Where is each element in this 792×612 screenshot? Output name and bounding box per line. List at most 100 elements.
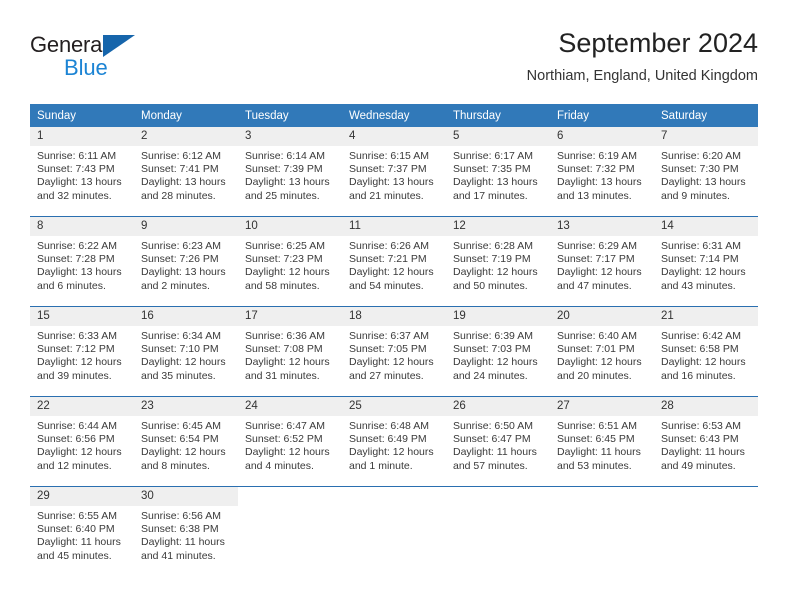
daylight-text-line2: and 16 minutes.: [661, 369, 736, 382]
daylight-text-line2: and 1 minute.: [349, 459, 413, 472]
day-cell[interactable]: 25 Sunrise: 6:48 AM Sunset: 6:49 PM Dayl…: [342, 396, 446, 487]
day-cell[interactable]: 26 Sunrise: 6:50 AM Sunset: 6:47 PM Dayl…: [446, 396, 550, 487]
weekday-header-wednesday: Wednesday: [342, 104, 446, 127]
day-number: 22: [30, 397, 134, 416]
day-cell[interactable]: 17 Sunrise: 6:36 AM Sunset: 7:08 PM Dayl…: [238, 306, 342, 397]
day-number: 21: [654, 307, 758, 326]
sunset-text: Sunset: 6:47 PM: [453, 433, 531, 446]
day-details: Sunrise: 6:22 AM Sunset: 7:28 PM Dayligh…: [30, 236, 134, 293]
daylight-text-line2: and 35 minutes.: [141, 369, 216, 382]
day-cell[interactable]: 11 Sunrise: 6:26 AM Sunset: 7:21 PM Dayl…: [342, 216, 446, 307]
weekday-header-sunday: Sunday: [30, 104, 134, 127]
sunset-text: Sunset: 6:38 PM: [141, 523, 219, 536]
day-details: Sunrise: 6:36 AM Sunset: 7:08 PM Dayligh…: [238, 326, 342, 383]
day-cell[interactable]: 9 Sunrise: 6:23 AM Sunset: 7:26 PM Dayli…: [134, 216, 238, 307]
calendar-week-row: 29 Sunrise: 6:55 AM Sunset: 6:40 PM Dayl…: [30, 486, 758, 576]
daylight-text-line2: and 6 minutes.: [37, 279, 106, 292]
sunset-text: Sunset: 7:21 PM: [349, 253, 427, 266]
location-subtitle: Northiam, England, United Kingdom: [526, 68, 758, 84]
daylight-text-line2: and 20 minutes.: [557, 369, 632, 382]
day-cell[interactable]: 29 Sunrise: 6:55 AM Sunset: 6:40 PM Dayl…: [30, 486, 134, 576]
sunset-text: Sunset: 7:43 PM: [37, 163, 115, 176]
day-cell[interactable]: 19 Sunrise: 6:39 AM Sunset: 7:03 PM Dayl…: [446, 306, 550, 397]
day-cell[interactable]: 30 Sunrise: 6:56 AM Sunset: 6:38 PM Dayl…: [134, 486, 238, 576]
brand-name-blue: Blue: [64, 55, 108, 80]
day-cell[interactable]: 8 Sunrise: 6:22 AM Sunset: 7:28 PM Dayli…: [30, 216, 134, 307]
sunrise-text: Sunrise: 6:48 AM: [349, 420, 429, 432]
day-cell[interactable]: 27 Sunrise: 6:51 AM Sunset: 6:45 PM Dayl…: [550, 396, 654, 487]
daylight-text-line1: Daylight: 13 hours: [141, 266, 226, 279]
day-details: Sunrise: 6:42 AM Sunset: 6:58 PM Dayligh…: [654, 326, 758, 383]
day-cell[interactable]: 18 Sunrise: 6:37 AM Sunset: 7:05 PM Dayl…: [342, 306, 446, 397]
brand-logo[interactable]: General Blue: [30, 32, 170, 90]
sunrise-text: Sunrise: 6:29 AM: [557, 240, 637, 252]
daylight-text-line2: and 54 minutes.: [349, 279, 424, 292]
daylight-text-line1: Daylight: 12 hours: [557, 266, 642, 279]
weekday-header-tuesday: Tuesday: [238, 104, 342, 127]
day-details: Sunrise: 6:31 AM Sunset: 7:14 PM Dayligh…: [654, 236, 758, 293]
day-cell[interactable]: 2 Sunrise: 6:12 AM Sunset: 7:41 PM Dayli…: [134, 127, 238, 217]
day-cell-empty: [550, 486, 654, 576]
day-details: Sunrise: 6:14 AM Sunset: 7:39 PM Dayligh…: [238, 146, 342, 203]
day-cell[interactable]: 3 Sunrise: 6:14 AM Sunset: 7:39 PM Dayli…: [238, 127, 342, 217]
day-details: Sunrise: 6:51 AM Sunset: 6:45 PM Dayligh…: [550, 416, 654, 473]
day-cell[interactable]: 12 Sunrise: 6:28 AM Sunset: 7:19 PM Dayl…: [446, 216, 550, 307]
day-details: Sunrise: 6:53 AM Sunset: 6:43 PM Dayligh…: [654, 416, 758, 473]
daylight-text-line1: Daylight: 12 hours: [349, 356, 434, 369]
sunrise-sunset-calendar-table: Sunday Monday Tuesday Wednesday Thursday…: [30, 104, 758, 576]
daylight-text-line1: Daylight: 12 hours: [245, 446, 330, 459]
day-cell[interactable]: 4 Sunrise: 6:15 AM Sunset: 7:37 PM Dayli…: [342, 127, 446, 217]
page-header: General Blue September 2024 Northiam, En…: [30, 26, 758, 96]
daylight-text-line2: and 31 minutes.: [245, 369, 320, 382]
day-cell[interactable]: 5 Sunrise: 6:17 AM Sunset: 7:35 PM Dayli…: [446, 127, 550, 217]
daylight-text-line1: Daylight: 12 hours: [557, 356, 642, 369]
sunset-text: Sunset: 7:05 PM: [349, 343, 427, 356]
day-number: 29: [30, 487, 134, 506]
weekday-header-saturday: Saturday: [654, 104, 758, 127]
day-details: Sunrise: 6:55 AM Sunset: 6:40 PM Dayligh…: [30, 506, 134, 563]
day-cell[interactable]: 6 Sunrise: 6:19 AM Sunset: 7:32 PM Dayli…: [550, 127, 654, 217]
day-number: 7: [654, 127, 758, 146]
sunset-text: Sunset: 6:52 PM: [245, 433, 323, 446]
daylight-text-line1: Daylight: 12 hours: [245, 356, 330, 369]
day-cell[interactable]: 21 Sunrise: 6:42 AM Sunset: 6:58 PM Dayl…: [654, 306, 758, 397]
day-cell[interactable]: 24 Sunrise: 6:47 AM Sunset: 6:52 PM Dayl…: [238, 396, 342, 487]
day-cell[interactable]: 20 Sunrise: 6:40 AM Sunset: 7:01 PM Dayl…: [550, 306, 654, 397]
sunset-text: Sunset: 7:37 PM: [349, 163, 427, 176]
sunrise-text: Sunrise: 6:55 AM: [37, 510, 117, 522]
sunrise-text: Sunrise: 6:31 AM: [661, 240, 741, 252]
day-number: 20: [550, 307, 654, 326]
day-number: 16: [134, 307, 238, 326]
sunset-text: Sunset: 6:49 PM: [349, 433, 427, 446]
sunrise-text: Sunrise: 6:19 AM: [557, 150, 637, 162]
sunrise-text: Sunrise: 6:33 AM: [37, 330, 117, 342]
sunrise-text: Sunrise: 6:39 AM: [453, 330, 533, 342]
day-cell[interactable]: 16 Sunrise: 6:34 AM Sunset: 7:10 PM Dayl…: [134, 306, 238, 397]
day-cell[interactable]: 22 Sunrise: 6:44 AM Sunset: 6:56 PM Dayl…: [30, 396, 134, 487]
day-cell[interactable]: 23 Sunrise: 6:45 AM Sunset: 6:54 PM Dayl…: [134, 396, 238, 487]
day-number: 2: [134, 127, 238, 146]
daylight-text-line1: Daylight: 12 hours: [141, 356, 226, 369]
daylight-text-line1: Daylight: 12 hours: [453, 356, 538, 369]
day-number: 12: [446, 217, 550, 236]
day-cell[interactable]: 7 Sunrise: 6:20 AM Sunset: 7:30 PM Dayli…: [654, 127, 758, 217]
sunset-text: Sunset: 7:26 PM: [141, 253, 219, 266]
day-details: Sunrise: 6:15 AM Sunset: 7:37 PM Dayligh…: [342, 146, 446, 203]
day-cell[interactable]: 28 Sunrise: 6:53 AM Sunset: 6:43 PM Dayl…: [654, 396, 758, 487]
day-cell[interactable]: 15 Sunrise: 6:33 AM Sunset: 7:12 PM Dayl…: [30, 306, 134, 397]
day-number: [446, 487, 550, 506]
day-number: [550, 487, 654, 506]
sunset-text: Sunset: 7:17 PM: [557, 253, 635, 266]
day-cell[interactable]: 13 Sunrise: 6:29 AM Sunset: 7:17 PM Dayl…: [550, 216, 654, 307]
daylight-text-line1: Daylight: 13 hours: [141, 176, 226, 189]
daylight-text-line1: Daylight: 12 hours: [349, 446, 434, 459]
day-details: Sunrise: 6:40 AM Sunset: 7:01 PM Dayligh…: [550, 326, 654, 383]
day-cell[interactable]: 14 Sunrise: 6:31 AM Sunset: 7:14 PM Dayl…: [654, 216, 758, 307]
day-number: [238, 487, 342, 506]
day-cell[interactable]: 1 Sunrise: 6:11 AM Sunset: 7:43 PM Dayli…: [30, 127, 134, 217]
day-number: 6: [550, 127, 654, 146]
page-title: September 2024: [558, 28, 758, 58]
sunrise-text: Sunrise: 6:22 AM: [37, 240, 117, 252]
daylight-text-line2: and 43 minutes.: [661, 279, 736, 292]
day-cell[interactable]: 10 Sunrise: 6:25 AM Sunset: 7:23 PM Dayl…: [238, 216, 342, 307]
